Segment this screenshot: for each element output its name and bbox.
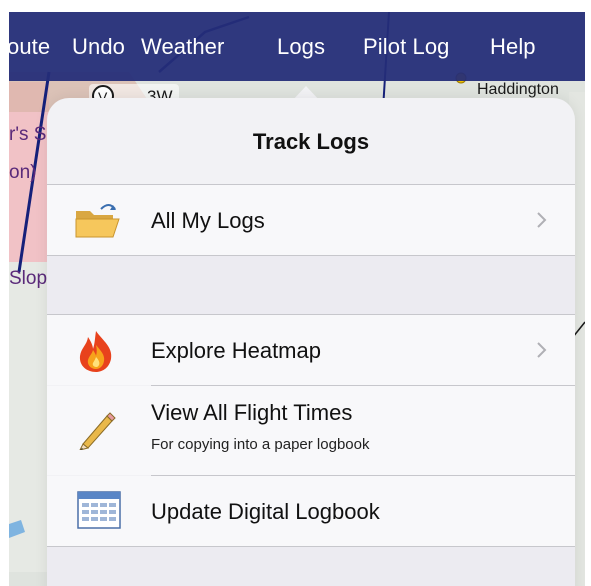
top-nav-bar: oute Undo Weather Logs Pilot Log Help	[9, 12, 585, 81]
city-label: Haddington	[477, 81, 559, 98]
chevron-right-icon	[537, 212, 547, 228]
logbook-table-icon	[77, 490, 121, 535]
map-label-3: Slop	[9, 268, 47, 289]
nav-weather[interactable]: Weather	[141, 34, 224, 60]
map-label-1: r's S	[9, 124, 46, 145]
nav-logs[interactable]: Logs	[277, 34, 325, 60]
map-label-2: on)	[9, 162, 36, 183]
section-spacer	[47, 547, 575, 586]
flame-icon	[73, 329, 119, 378]
menu-row-label: Update Digital Logbook	[151, 499, 380, 524]
chevron-right-icon	[537, 342, 547, 358]
track-logs-popover: Track Logs All My Logs Explore Heatmap V…	[47, 98, 575, 586]
menu-row-view-all-flight-times[interactable]: View All Flight Times For copying into a…	[47, 386, 575, 475]
menu-row-label: All My Logs	[151, 208, 265, 233]
folder-icon	[73, 201, 123, 246]
popover-title: Track Logs	[252, 129, 370, 154]
nav-undo[interactable]: Undo	[72, 34, 125, 60]
pencil-icon	[77, 410, 117, 455]
nav-pilot-log[interactable]: Pilot Log	[363, 34, 450, 60]
app-frame: V 3W Haddington r's S on) Slop oute Undo…	[9, 12, 585, 586]
nav-route[interactable]: oute	[9, 34, 50, 60]
menu-row-subtitle: For copying into a paper logbook	[151, 436, 370, 453]
menu-row-explore-heatmap[interactable]: Explore Heatmap	[47, 315, 575, 385]
menu-row-update-digital-logbook[interactable]: Update Digital Logbook	[47, 476, 575, 546]
menu-row-label: View All Flight Times	[151, 400, 353, 425]
nav-help[interactable]: Help	[490, 34, 536, 60]
menu-row-label: Explore Heatmap	[151, 338, 321, 363]
section-spacer	[47, 256, 575, 314]
menu-row-all-my-logs[interactable]: All My Logs	[47, 185, 575, 255]
